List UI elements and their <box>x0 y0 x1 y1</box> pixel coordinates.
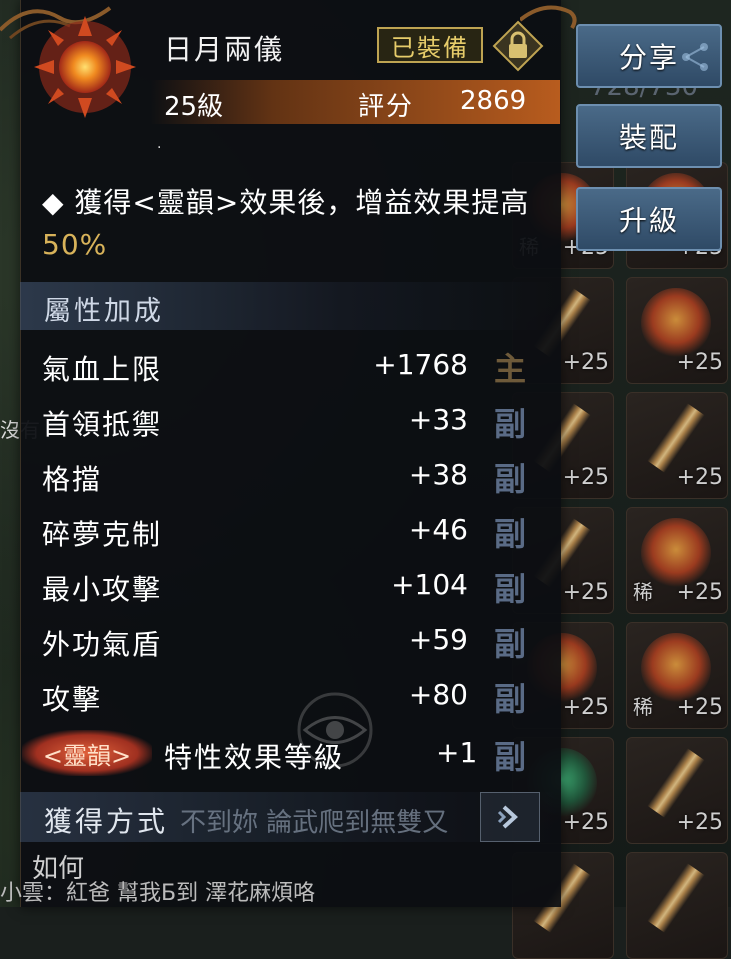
attribute-row: 碎夢克制 +46 副 <box>42 509 562 553</box>
score-value: 2869 <box>460 86 527 116</box>
item-level: +25 <box>562 810 609 835</box>
inventory-slot[interactable]: +25 <box>626 277 728 384</box>
attribute-type-tag: 主 <box>494 350 527 388</box>
acquire-title: 獲得方式 <box>44 805 169 838</box>
item-icon <box>627 853 725 947</box>
attribute-value: +80 <box>408 678 468 711</box>
attribute-name: 外功氣盾 <box>42 628 163 661</box>
effect-percent: 50% <box>42 228 108 261</box>
share-button[interactable]: 分享 <box>576 24 722 88</box>
upgrade-button[interactable]: 升級 <box>576 187 722 251</box>
attribute-name: 氣血上限 <box>42 353 163 386</box>
attribute-type-tag: 副 <box>494 405 527 443</box>
rarity-label: 稀 <box>633 580 653 604</box>
sun-moon-emblem-icon <box>34 16 136 118</box>
attribute-type-tag: 副 <box>494 515 527 553</box>
lock-icon[interactable] <box>492 20 544 72</box>
attribute-value: +1768 <box>373 348 468 381</box>
item-icon <box>641 288 711 358</box>
section-title: 屬性加成 <box>44 296 164 327</box>
lingyun-badge: <靈韻> <box>22 730 152 776</box>
rarity-label: 稀 <box>633 695 653 719</box>
item-level: +25 <box>562 695 609 720</box>
attribute-name: 攻擊 <box>42 683 103 716</box>
attribute-type-tag: 副 <box>494 680 527 718</box>
trait-name: 特性效果等級 <box>164 741 345 774</box>
score-label: 評分 <box>358 92 415 122</box>
item-level: +25 <box>676 810 723 835</box>
inventory-slot[interactable]: +25 <box>626 392 728 499</box>
inventory-slot[interactable]: +25 <box>626 737 728 844</box>
item-level: +25 <box>676 580 723 605</box>
attribute-name: 首領抵禦 <box>42 408 163 441</box>
item-level: +25 <box>562 465 609 490</box>
equip-button-label: 裝配 <box>618 121 679 154</box>
attribute-value: +33 <box>408 403 468 436</box>
share-button-label: 分享 <box>618 41 679 74</box>
attribute-row: 最小攻擊 +104 副 <box>42 564 562 608</box>
item-level: +25 <box>562 350 609 375</box>
separator-dot: · <box>157 140 162 156</box>
inventory-slot[interactable] <box>626 852 728 959</box>
chevron-right-icon <box>497 805 518 829</box>
attribute-value: +38 <box>408 458 468 491</box>
share-icon <box>682 43 708 71</box>
attribute-value: +59 <box>408 623 468 656</box>
trait-value: +1 <box>436 736 478 769</box>
item-level: +25 <box>676 695 723 720</box>
attribute-row: 外功氣盾 +59 副 <box>42 619 562 663</box>
attribute-type-tag: 副 <box>494 460 527 498</box>
inventory-slot[interactable]: 稀 +25 <box>626 507 728 614</box>
item-name: 日月兩儀 <box>164 33 285 66</box>
attribute-name: 格擋 <box>42 463 103 496</box>
attribute-value: +104 <box>391 568 468 601</box>
equipped-status-badge: 已裝備 <box>377 27 483 63</box>
attribute-row: 首領抵禦 +33 副 <box>42 399 562 443</box>
trait-type-tag: 副 <box>494 738 527 776</box>
acquire-expand-button[interactable] <box>480 792 540 842</box>
attribute-name: 碎夢克制 <box>42 518 163 551</box>
effect-description: ◆ 獲得<靈韻>效果後，增益效果提高 50% <box>42 182 542 266</box>
item-level: +25 <box>676 350 723 375</box>
attribute-type-tag: 副 <box>494 625 527 663</box>
effect-text: ◆ 獲得<靈韻>效果後，增益效果提高 <box>42 186 530 219</box>
chat-overlay-text: 不到妳 論武爬到無雙又 <box>180 808 449 838</box>
upgrade-button-label: 升級 <box>618 204 679 237</box>
attributes-section-header: 屬性加成 <box>20 282 560 330</box>
item-level: +25 <box>562 580 609 605</box>
equip-button[interactable]: 裝配 <box>576 104 722 168</box>
inventory-slot[interactable]: 稀 +25 <box>626 622 728 729</box>
attribute-row: 格擋 +38 副 <box>42 454 562 498</box>
attribute-value: +46 <box>408 513 468 546</box>
attribute-row: 氣血上限 +1768 主 <box>42 344 562 388</box>
background-chat-text: 小雲：紅爸 幫我Б到 澤花麻煩咯 <box>0 881 316 906</box>
item-level: 25級 <box>164 92 224 122</box>
attribute-type-tag: 副 <box>494 570 527 608</box>
attribute-name: 最小攻擊 <box>42 573 163 606</box>
item-level: +25 <box>676 465 723 490</box>
